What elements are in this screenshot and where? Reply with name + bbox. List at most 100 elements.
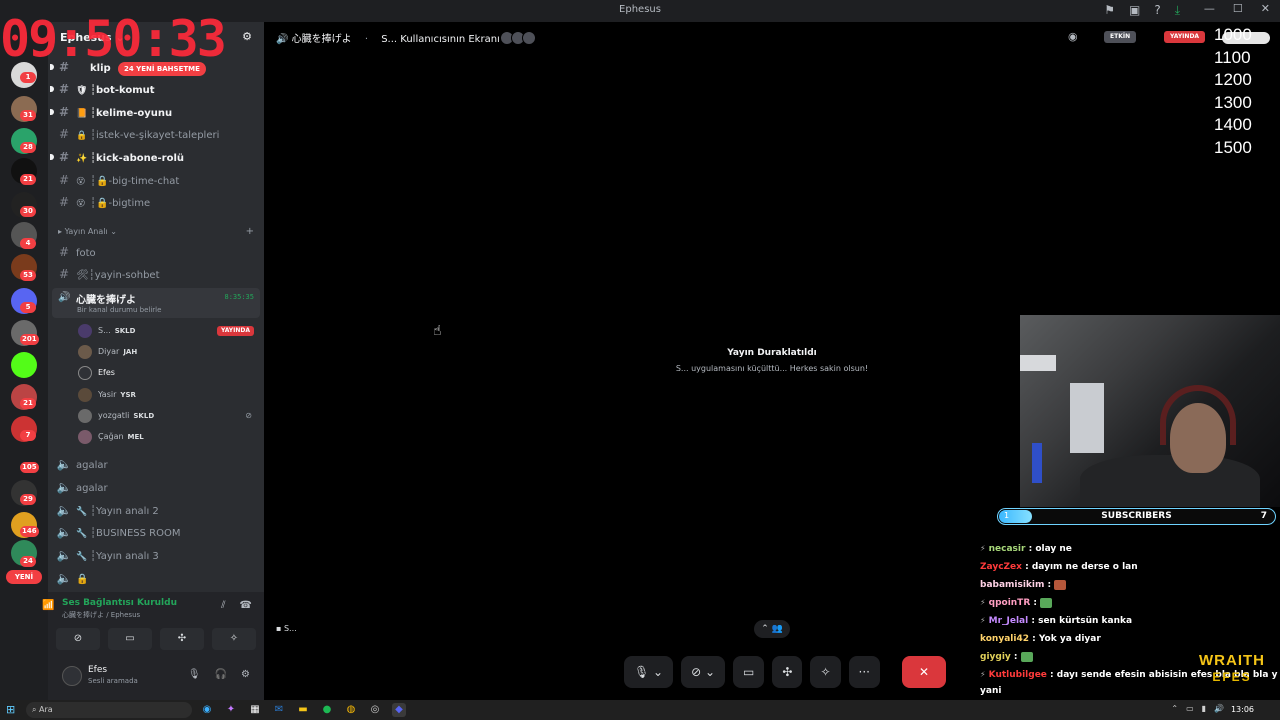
disconnect-icon[interactable]: ☎ <box>240 600 252 611</box>
stage-channel-name[interactable]: 心臓を捧げよ <box>292 34 352 45</box>
close-icon[interactable]: ✕ <box>1261 2 1270 15</box>
share-screen-button[interactable]: ▭ <box>733 656 765 688</box>
channel-name: ┆kick-abone-rolü <box>90 153 185 164</box>
camera-off-button[interactable]: ⊘ <box>56 628 100 650</box>
channel-item[interactable]: # ✨ ┆kick-abone-rolü <box>50 147 256 167</box>
network-icon[interactable]: ▭ <box>1186 704 1194 713</box>
voice-channel-item[interactable]: 🔈 🔧 ┆BUSINESS ROOM <box>56 522 256 542</box>
spotify-icon[interactable]: ● <box>320 703 334 717</box>
leave-call-button[interactable]: ✕ <box>901 656 946 688</box>
voice-user[interactable]: Efes <box>78 364 258 382</box>
voice-user[interactable]: Diyar JAH <box>78 343 258 361</box>
share-screen-button[interactable]: ▭ <box>108 628 152 650</box>
channel-item[interactable]: # 🔒 ┆istek-ve-şikayet-talepleri <box>56 124 256 144</box>
chat-username: qpoinTR <box>988 598 1031 608</box>
user-name[interactable]: Efes <box>88 665 107 675</box>
soundboard-button[interactable]: ✧ <box>810 656 841 688</box>
activities-button[interactable]: ✣ <box>772 656 803 688</box>
wrench-icon: 🔧 <box>76 507 88 517</box>
titlebar-icons: ⚑ ▣ ? ⤓ <box>1104 3 1180 18</box>
user-controls: 🎙 🎧 ⚙ <box>188 669 250 680</box>
voice-channel-item[interactable]: 🔈 🔧 ┆Yayın analı 2 <box>56 500 256 520</box>
chat-separator: : <box>1028 634 1039 644</box>
chevron-up-icon[interactable]: ⌃ <box>1171 704 1178 713</box>
server-badge: 29 <box>20 494 36 505</box>
microphone-icon[interactable]: 🎙 <box>188 669 201 680</box>
server-icon[interactable] <box>11 352 37 378</box>
server-badge: 28 <box>20 142 36 153</box>
signal-icon: 📶 <box>42 600 55 611</box>
voice-user[interactable]: yozgatli SKLD ⊘ <box>78 407 258 425</box>
outlook-icon[interactable]: ✉ <box>272 703 286 717</box>
chat-text: olay ne <box>1035 544 1072 554</box>
speaker-icon: 🔈 <box>56 457 72 471</box>
chat-message: ZaycZex : dayım ne derse o lan <box>980 558 1280 576</box>
stage-avatar-icon[interactable]: ◉ <box>1068 30 1078 43</box>
channel-item[interactable]: # foto <box>56 242 256 262</box>
channel-item[interactable]: # 🛡 ┆bot-komut <box>50 79 256 99</box>
voice-user[interactable]: S... SKLD YAYINDA <box>78 322 258 340</box>
inbox-icon[interactable]: ▣ <box>1129 3 1140 18</box>
channel-item[interactable]: # 📙 ┆kelime-oyunu <box>50 102 256 122</box>
microphone-button[interactable]: 🎙 ⌄ <box>624 656 674 688</box>
obs-icon[interactable]: ◎ <box>368 703 382 717</box>
chrome-icon[interactable]: ◍ <box>344 703 358 717</box>
copilot-icon[interactable]: ✦ <box>224 703 238 717</box>
hash-icon: # <box>58 267 70 281</box>
chat-separator: : <box>1021 562 1032 572</box>
viewer-avatars[interactable] <box>500 30 537 48</box>
connection-buttons: ⊘ ▭ ✣ ✧ <box>56 628 256 650</box>
chat-separator: : <box>1025 544 1036 554</box>
maximize-icon[interactable]: ☐ <box>1233 2 1243 15</box>
channel-item[interactable]: # 🛠┆yayin-sohbet <box>56 264 256 284</box>
hash-icon: # <box>58 195 70 209</box>
hash-icon: # <box>58 105 70 119</box>
chat-bubble-icon: ▪ <box>276 624 284 633</box>
voice-user[interactable]: Çağan MEL <box>78 428 258 446</box>
voice-status[interactable]: Bir kanal durumu belirle <box>77 306 161 314</box>
clock[interactable]: 13:06 <box>1231 705 1254 714</box>
hash-icon: # <box>58 82 70 96</box>
voice-user[interactable]: Yasir YSR <box>78 386 258 404</box>
expand-participants-button[interactable]: ⌃ 👥 <box>754 620 790 638</box>
voice-channel-item[interactable]: 🔈 agalar <box>56 454 256 474</box>
settings-icon[interactable]: ⚙ <box>241 669 250 680</box>
stream-owner-label: ▪ S... <box>276 624 297 633</box>
voice-channel-active[interactable]: 🔊 心臓を捧げよ 8:35:35 Bir kanal durumu belirl… <box>52 288 260 318</box>
chat-username: Kutlubilgee <box>988 670 1047 680</box>
server-badge: 201 <box>20 334 39 345</box>
help-icon[interactable]: ? <box>1154 3 1160 18</box>
avatar[interactable] <box>62 666 82 686</box>
taskbar-search[interactable]: ⌕ Ara <box>26 702 192 718</box>
voice-channel-item[interactable]: 🔈 🔧 ┆Yayın analı 3 <box>56 545 256 565</box>
headphones-icon[interactable]: 🎧 <box>215 669 227 680</box>
soundboard-button[interactable]: ✧ <box>212 628 256 650</box>
new-badge[interactable]: YENİ <box>6 570 42 584</box>
connection-channel[interactable]: 心臓を捧げよ / Ephesus <box>62 610 140 620</box>
add-channel-icon[interactable]: + <box>246 226 254 237</box>
live-badge: YAYINDA <box>1164 31 1206 43</box>
channel-item[interactable]: # 😵 ┆🔒-big-time-chat <box>56 170 256 190</box>
store-icon[interactable]: ▦ <box>248 703 262 717</box>
noise-suppression-icon[interactable]: ⫽ <box>221 600 225 611</box>
channel-item[interactable]: # 😵 ┆🔒-bigtime <box>56 192 256 212</box>
level-value: 1000 <box>1214 25 1252 44</box>
minimize-icon[interactable]: — <box>1204 2 1215 15</box>
edge-icon[interactable]: ◉ <box>200 703 214 717</box>
voice-channel-item[interactable]: 🔈 agalar <box>56 477 256 497</box>
voice-channel-item[interactable]: 🔈 🔒 <box>56 568 256 588</box>
windows-start-icon[interactable]: ⊞ <box>6 703 15 716</box>
activities-button[interactable]: ✣ <box>160 628 204 650</box>
connection-status[interactable]: Ses Bağlantısı Kuruldu <box>62 598 177 608</box>
battery-icon[interactable]: ▮ <box>1202 704 1206 713</box>
camera-button[interactable]: ⊘ ⌄ <box>681 656 726 688</box>
download-icon[interactable]: ⤓ <box>1175 3 1180 18</box>
separator: · <box>364 34 369 45</box>
discord-icon[interactable]: ◆ <box>392 703 406 717</box>
more-options-button[interactable]: ··· <box>848 656 880 688</box>
volume-icon[interactable]: 🔊 <box>1214 704 1224 713</box>
file-explorer-icon[interactable]: ▬ <box>296 703 310 717</box>
flag-icon[interactable]: ⚑ <box>1104 3 1115 18</box>
server-settings-icon[interactable]: ⚙ <box>242 30 252 43</box>
category-header[interactable]: ▸ Yayın Analı ⌄ <box>58 227 117 236</box>
